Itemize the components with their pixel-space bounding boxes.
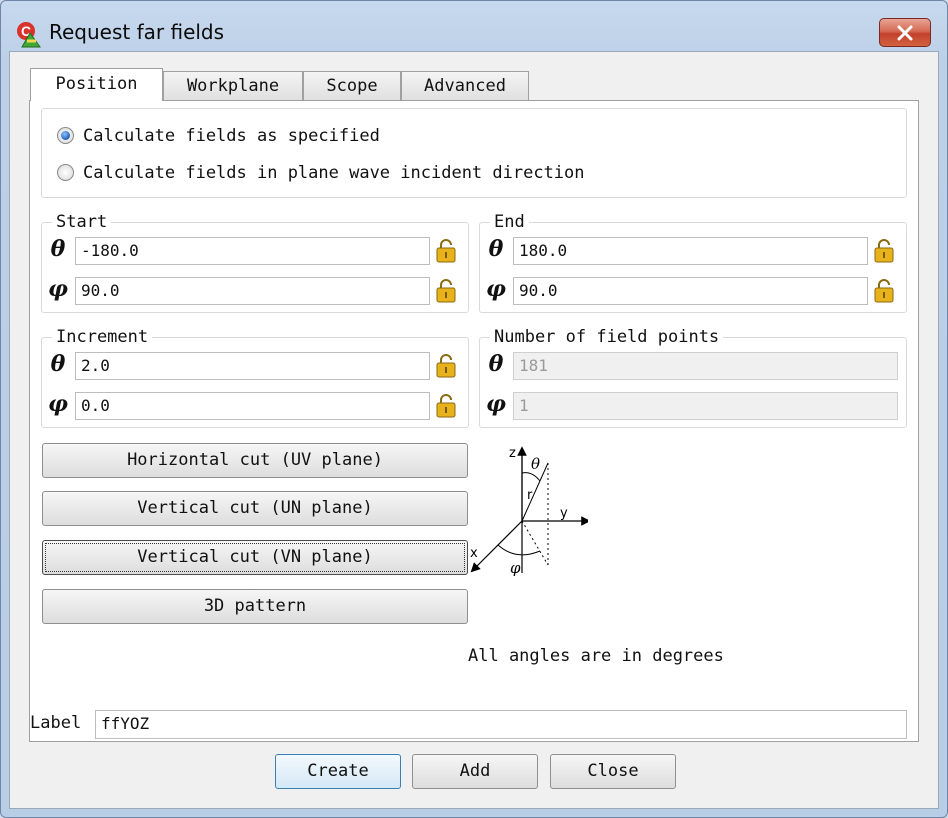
phi-symbol: φ (486, 391, 506, 417)
increment-theta-input[interactable]: 2.0 (75, 352, 430, 380)
z-axis-label: z (509, 446, 516, 461)
start-theta-input[interactable]: -180.0 (75, 237, 430, 265)
end-phi-input[interactable]: 90.0 (513, 277, 868, 305)
theta-symbol: θ (488, 351, 504, 377)
lock-icon[interactable] (435, 279, 457, 303)
x-axis-label: x (470, 546, 478, 561)
radio-calculate-plane-wave-direction[interactable]: Calculate fields in plane wave incident … (57, 161, 585, 185)
lock-icon[interactable] (873, 239, 895, 263)
close-window-button[interactable] (879, 18, 931, 47)
start-group-title: Start (52, 212, 112, 232)
3d-pattern-button[interactable]: 3D pattern (42, 589, 468, 624)
phi-symbol: φ (48, 391, 68, 417)
phi-symbol: φ (486, 276, 506, 302)
tab-workplane[interactable]: Workplane (163, 71, 303, 100)
vertical-cut-un-button[interactable]: Vertical cut (UN plane) (42, 491, 468, 526)
phi-symbol: φ (48, 276, 68, 302)
window-title: Request far fields (49, 20, 225, 44)
app-icon: C (17, 22, 41, 48)
create-button[interactable]: Create (275, 754, 401, 789)
end-group-title: End (490, 212, 529, 232)
close-icon (897, 25, 913, 41)
vertical-cut-vn-button[interactable]: Vertical cut (VN plane) (42, 540, 468, 575)
theta-diagram-label: θ (531, 455, 540, 473)
increment-phi-input[interactable]: 0.0 (75, 392, 430, 420)
tab-advanced[interactable]: Advanced (401, 71, 529, 100)
tab-position[interactable]: Position (30, 68, 163, 101)
dialog-body: Position Workplane Scope Advanced Calcul… (9, 51, 939, 809)
lock-icon[interactable] (873, 279, 895, 303)
increment-group-title: Increment (52, 327, 153, 347)
calc-mode-group: Calculate fields as specified Calculate … (41, 108, 907, 198)
radio-button[interactable] (57, 164, 74, 181)
radio-calculate-as-specified[interactable]: Calculate fields as specified (57, 124, 380, 148)
number-of-field-points-group: Number of field points θ 181 φ 1 (479, 327, 907, 428)
num-points-phi-field: 1 (513, 392, 898, 420)
coordinate-system-diagram: z y x r θ φ (470, 446, 588, 577)
end-theta-input[interactable]: 180.0 (513, 237, 868, 265)
theta-symbol: θ (488, 236, 504, 262)
start-group: Start θ -180.0 φ 90.0 (41, 212, 469, 313)
number-of-field-points-title: Number of field points (490, 327, 724, 347)
radio-button-checked[interactable] (57, 127, 74, 144)
end-group: End θ 180.0 φ 90.0 (479, 212, 907, 313)
start-phi-input[interactable]: 90.0 (75, 277, 430, 305)
y-axis-label: y (560, 506, 568, 521)
phi-diagram-label: φ (510, 559, 521, 577)
angles-unit-note: All angles are in degrees (468, 646, 724, 666)
label-caption: Label (30, 713, 82, 733)
position-tab-panel: Calculate fields as specified Calculate … (29, 100, 919, 742)
lock-icon[interactable] (435, 239, 457, 263)
lock-icon[interactable] (435, 394, 457, 418)
increment-group: Increment θ 2.0 φ 0.0 (41, 327, 469, 428)
r-label: r (527, 488, 533, 503)
lock-icon[interactable] (435, 354, 457, 378)
label-input[interactable]: ffYOZ (95, 710, 907, 739)
close-button[interactable]: Close (550, 754, 676, 789)
theta-symbol: θ (50, 351, 66, 377)
dialog-window: C Request far fields Position Workplane … (0, 0, 948, 818)
num-points-theta-field: 181 (513, 352, 898, 380)
theta-symbol: θ (50, 236, 66, 262)
horizontal-cut-button[interactable]: Horizontal cut (UV plane) (42, 443, 468, 478)
radio-label: Calculate fields as specified (83, 126, 380, 146)
tab-scope[interactable]: Scope (303, 71, 401, 100)
add-button[interactable]: Add (412, 754, 538, 789)
radio-label: Calculate fields in plane wave incident … (83, 163, 585, 183)
